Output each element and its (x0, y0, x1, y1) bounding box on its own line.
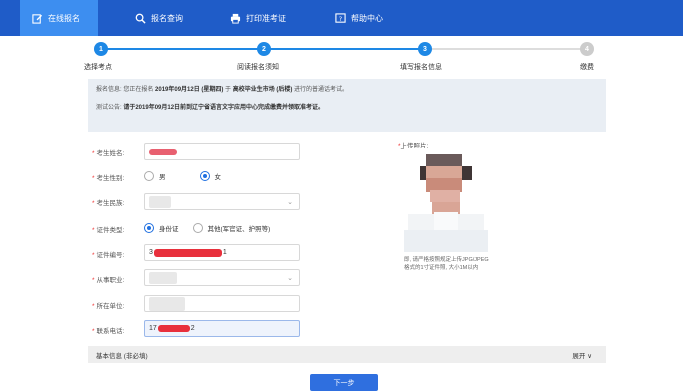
top-nav: 在线报名 报名查询 打印准考证 ? 帮助中心 (0, 0, 683, 36)
radio-id-card[interactable] (144, 223, 154, 233)
chevron-down-icon: ⌄ (287, 199, 293, 206)
gender-label: * 考生性别: (92, 175, 125, 182)
ethnicity-select[interactable]: ⌄ (144, 193, 300, 210)
radio-male[interactable] (144, 171, 154, 181)
occupation-select[interactable]: ⌄ (144, 269, 300, 286)
step-dot-4: 4 (580, 42, 594, 56)
step-connector (425, 48, 587, 50)
radio-female[interactable] (199, 171, 210, 181)
idtype-id-option[interactable]: 身份证 (144, 223, 179, 233)
step-label-2: 阅读报名须知 (237, 64, 279, 71)
tab-online-registration[interactable]: 在线报名 (20, 0, 98, 36)
name-input[interactable] (144, 143, 300, 160)
notice-registration-info: 报名信息: 您正在报名 2019年09月12日 (星期四) 于 高校毕业生市场 … (96, 87, 349, 93)
printer-icon (230, 13, 241, 24)
radio-other-id[interactable] (192, 223, 203, 233)
step-dot-1: 1 (94, 42, 108, 56)
phone-label: * 联系电话: (92, 328, 125, 335)
step-dot-2: 2 (257, 42, 271, 56)
optional-info-section[interactable]: 基本信息 (非必填) 展开 ∨ (88, 346, 606, 363)
id-photo-image (404, 148, 488, 256)
step-label-1: 选择考点 (84, 64, 112, 71)
step-label-4: 缴费 (580, 64, 594, 71)
idtype-other-option[interactable]: 其他(军官证、护照等) (192, 223, 270, 233)
idtype-label: * 证件类型: (92, 227, 125, 234)
svg-text:?: ? (339, 14, 342, 22)
next-button[interactable]: 下一步 (310, 374, 378, 391)
ethnicity-label: * 考生民族: (92, 200, 125, 207)
step-dot-3: 3 (418, 42, 432, 56)
step-label-3: 填写报名信息 (400, 64, 442, 71)
optional-info-title: 基本信息 (非必填) (96, 352, 148, 360)
tab-label: 帮助中心 (351, 13, 383, 23)
progress-steps: 1 选择考点 2 阅读报名须知 3 填写报名信息 4 缴费 (0, 36, 683, 74)
idtype-radio-group: 身份证 其他(军官证、护照等) (144, 223, 284, 233)
edit-icon (32, 13, 43, 24)
redacted-occupation (149, 271, 177, 284)
gender-female-option[interactable]: 女 (199, 171, 221, 181)
gender-radio-group: 男 女 (144, 171, 235, 181)
exam-venue: 高校毕业生市场 (后楼) (232, 87, 293, 93)
tab-label: 报名查询 (151, 13, 183, 23)
name-label: * 考生姓名: (92, 150, 125, 157)
employer-input[interactable] (144, 295, 300, 312)
idnum-label: * 证件编号: (92, 252, 125, 259)
employer-label: * 所在单位: (92, 303, 125, 310)
expand-toggle[interactable]: 展开 ∨ (572, 350, 592, 360)
photo-upload-hint: 即, 请严格按照规定上传JPG/JPEG格式的1寸证件照, 大小1M以内 (404, 257, 489, 271)
help-icon: ? (335, 12, 346, 24)
exam-date: 2019年09月12日 (星期四) (155, 87, 224, 93)
search-icon (135, 13, 146, 24)
redacted-phone (157, 325, 190, 332)
tab-registration-query[interactable]: 报名查询 (135, 0, 183, 36)
idnum-input[interactable]: 3 1 (144, 244, 300, 261)
occupation-label: * 从事职业: (92, 277, 125, 284)
redacted-employer (149, 296, 185, 311)
gender-male-option[interactable]: 男 (144, 171, 166, 181)
tab-print-admission[interactable]: 打印准考证 (230, 0, 286, 36)
notice-announcement: 测试公告: 请于2019年09月12日前到辽宁省语言文字应用中心完成缴费并领取准… (96, 105, 325, 111)
tab-label: 打印准考证 (246, 13, 286, 23)
redacted-ethnicity (149, 195, 171, 208)
tab-label: 在线报名 (48, 13, 80, 23)
photo-upload[interactable] (404, 148, 488, 256)
registration-notice: 报名信息: 您正在报名 2019年09月12日 (星期四) 于 高校毕业生市场 … (88, 79, 606, 132)
phone-input[interactable]: 17 2 (144, 320, 300, 337)
redacted-idnum (153, 248, 222, 257)
tab-help-center[interactable]: ? 帮助中心 (335, 0, 383, 36)
chevron-down-icon: ⌄ (287, 275, 293, 282)
redacted-name (149, 148, 177, 155)
